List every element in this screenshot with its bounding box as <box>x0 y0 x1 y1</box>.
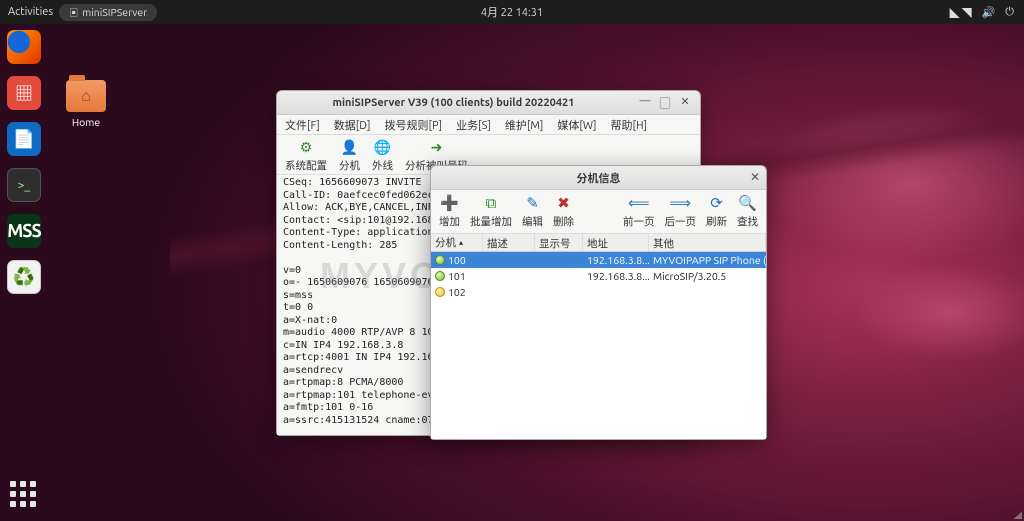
dock: ▦ 📄 >_ MSS ♻️ <box>0 24 48 521</box>
status-icon <box>435 271 445 281</box>
col-addr[interactable]: 地址 <box>583 234 649 251</box>
cell-other: MYVOIPAPP SIP Phone (Apr ... <box>649 254 766 266</box>
menu-service[interactable]: 业务[S] <box>456 117 491 133</box>
refresh-icon: ⟳ <box>707 193 727 213</box>
toolbar-extension-label: 分机 <box>339 158 360 173</box>
table-row[interactable]: 100 192.168.3.8...MYVOIPAPP SIP Phone (Ap… <box>431 252 766 268</box>
menu-help[interactable]: 帮助[H] <box>611 117 648 133</box>
search-icon: 🔍 <box>738 193 758 213</box>
menu-data[interactable]: 数据[D] <box>334 117 371 133</box>
ext-table-body: 100 192.168.3.8...MYVOIPAPP SIP Phone (Ap… <box>431 252 766 439</box>
ext-titlebar[interactable]: 分机信息 ✕ <box>431 166 766 190</box>
ext-edit-label: 编辑 <box>522 214 543 229</box>
col-display[interactable]: 显示号码 <box>535 234 583 251</box>
folder-icon <box>66 80 106 112</box>
cell-addr: 192.168.3.8... <box>583 270 649 282</box>
cell-ext: 101 <box>448 270 466 282</box>
ext-batchadd-button[interactable]: ⧉批量增加 <box>470 193 512 229</box>
power-icon: ⏻ <box>1005 6 1014 19</box>
ext-prev-button[interactable]: ⟸前一页 <box>623 193 655 229</box>
cell-other: MicroSIP/3.20.5 <box>649 270 766 282</box>
col-desc[interactable]: 描述 <box>483 234 535 251</box>
menu-maintain[interactable]: 维护[M] <box>505 117 544 133</box>
globe-icon: 🌐 <box>374 139 392 157</box>
main-window-title: miniSIPServer V39 (100 clients) build 20… <box>277 97 630 109</box>
toolbar-trunk-label: 外线 <box>372 158 393 173</box>
ext-delete-button[interactable]: ✖删除 <box>553 193 574 229</box>
status-icon <box>435 255 445 265</box>
ext-table-header: 分机▴ 描述 显示号码 地址 其他 <box>431 234 766 252</box>
ext-close-button[interactable]: ✕ <box>750 170 760 184</box>
ext-find-button[interactable]: 🔍查找 <box>737 193 758 229</box>
close-button[interactable]: ✕ <box>678 95 692 111</box>
next-icon: ⟹ <box>670 193 690 213</box>
ext-add-label: 增加 <box>439 214 460 229</box>
user-icon: 👤 <box>341 139 359 157</box>
sort-icon: ▴ <box>459 238 463 247</box>
app-indicator-label: miniSIPServer <box>82 6 147 18</box>
toolbar-sysconfig-label: 系统配置 <box>285 158 327 173</box>
main-titlebar[interactable]: miniSIPServer V39 (100 clients) build 20… <box>277 91 700 115</box>
app-indicator-icon: ▣ <box>69 6 78 19</box>
ext-toolbar: ➕增加 ⧉批量增加 ✎编辑 ✖删除 ⟸前一页 ⟹后一页 ⟳刷新 🔍查找 <box>431 190 766 234</box>
menu-bar: 文件[F] 数据[D] 拨号规则[P] 业务[S] 维护[M] 媒体[W] 帮助… <box>277 115 700 135</box>
status-area[interactable]: ◣◥ 🔊 ⏻ <box>950 5 1024 20</box>
minimize-button[interactable]: — <box>638 95 652 111</box>
app-indicator[interactable]: ▣ miniSIPServer <box>59 4 157 21</box>
delete-icon: ✖ <box>554 193 574 213</box>
resize-corner-icon <box>1014 511 1022 519</box>
top-bar: Activities ▣ miniSIPServer 4月 22 14:31 ◣… <box>0 0 1024 24</box>
network-icon: ◣◥ <box>950 5 972 20</box>
ext-delete-label: 删除 <box>553 214 574 229</box>
extension-info-window: 分机信息 ✕ ➕增加 ⧉批量增加 ✎编辑 ✖删除 ⟸前一页 ⟹后一页 ⟳刷新 🔍… <box>430 165 767 440</box>
toolbar-sysconfig-button[interactable]: ⚙ 系统配置 <box>285 139 327 173</box>
gear-icon: ⚙ <box>297 139 315 157</box>
volume-icon: 🔊 <box>982 6 996 19</box>
cell-ext: 102 <box>448 286 466 298</box>
batch-icon: ⧉ <box>481 193 501 213</box>
dock-trash-icon[interactable]: ♻️ <box>7 260 41 294</box>
desktop-home-folder[interactable]: Home <box>58 80 114 128</box>
cell-ext: 100 <box>448 254 466 266</box>
desktop-home-label: Home <box>58 116 114 128</box>
arrow-icon: ➜ <box>428 139 446 157</box>
ext-find-label: 查找 <box>737 214 758 229</box>
show-applications-button[interactable] <box>10 481 36 507</box>
menu-file[interactable]: 文件[F] <box>285 117 320 133</box>
dock-firefox-icon[interactable] <box>7 30 41 64</box>
ext-add-button[interactable]: ➕增加 <box>439 193 460 229</box>
col-ext[interactable]: 分机▴ <box>431 234 483 251</box>
ext-window-title: 分机信息 <box>431 170 766 186</box>
dock-minisipserver-icon[interactable]: MSS <box>7 214 41 248</box>
plus-icon: ➕ <box>440 193 460 213</box>
ext-batchadd-label: 批量增加 <box>470 214 512 229</box>
menu-dialplan[interactable]: 拨号规则[P] <box>385 117 443 133</box>
ext-next-button[interactable]: ⟹后一页 <box>665 193 697 229</box>
edit-icon: ✎ <box>523 193 543 213</box>
table-row[interactable]: 101 192.168.3.8...MicroSIP/3.20.5 <box>431 268 766 284</box>
ext-edit-button[interactable]: ✎编辑 <box>522 193 543 229</box>
prev-icon: ⟸ <box>629 193 649 213</box>
ext-next-label: 后一页 <box>665 214 697 229</box>
col-other[interactable]: 其他 <box>649 234 766 251</box>
toolbar-trunk-button[interactable]: 🌐 外线 <box>372 139 393 173</box>
dock-files-icon[interactable]: ▦ <box>7 76 41 110</box>
activities-button[interactable]: Activities <box>8 6 53 18</box>
ext-refresh-label: 刷新 <box>706 214 727 229</box>
clock[interactable]: 4月 22 14:31 <box>481 4 543 20</box>
table-row[interactable]: 102 <box>431 284 766 300</box>
dock-libreoffice-icon[interactable]: 📄 <box>7 122 41 156</box>
toolbar-extension-button[interactable]: 👤 分机 <box>339 139 360 173</box>
ext-refresh-button[interactable]: ⟳刷新 <box>706 193 727 229</box>
cell-addr: 192.168.3.8... <box>583 254 649 266</box>
maximize-button[interactable]: ▢ <box>658 95 672 111</box>
dock-terminal-icon[interactable]: >_ <box>7 168 41 202</box>
status-icon <box>435 287 445 297</box>
ext-prev-label: 前一页 <box>623 214 655 229</box>
menu-media[interactable]: 媒体[W] <box>557 117 596 133</box>
